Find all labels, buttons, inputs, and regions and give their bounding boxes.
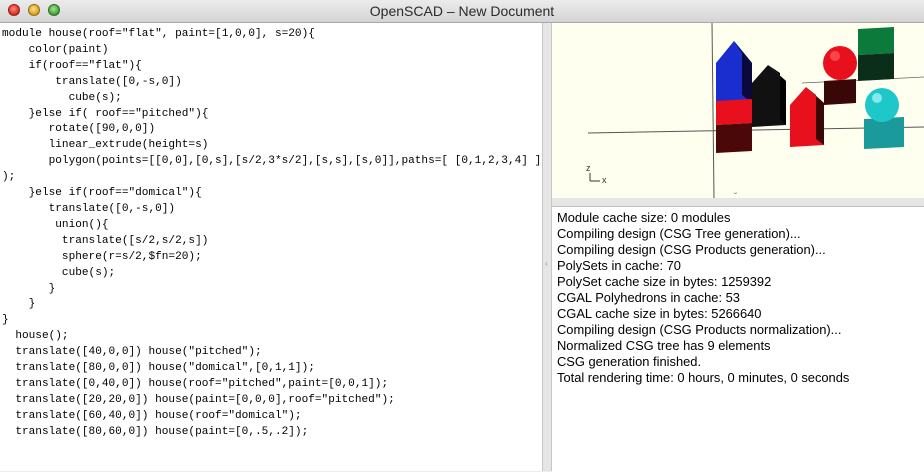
red-pitched-house bbox=[790, 87, 824, 147]
console-line: CGAL Polyhedrons in cache: 53 bbox=[557, 290, 740, 305]
code-line: translate([0,40,0]) house(roof="pitched"… bbox=[2, 377, 389, 390]
3d-viewport[interactable]: z x bbox=[552, 23, 924, 198]
code-line: if(roof=="flat"){ bbox=[2, 59, 142, 72]
code-line: translate([40,0,0]) house("pitched"); bbox=[2, 346, 262, 359]
code-line: translate([20,20,0]) house(paint=[0,0,0]… bbox=[2, 393, 395, 406]
red-flat-house bbox=[716, 99, 752, 153]
code-line: union(){ bbox=[2, 218, 109, 231]
console-line: PolySets in cache: 70 bbox=[557, 258, 681, 273]
red-domical-house bbox=[823, 46, 857, 105]
window-title: OpenSCAD – New Document bbox=[369, 3, 555, 19]
splitter-grip-icon: ‹ bbox=[545, 259, 548, 268]
console-lines: Module cache size: 0 modules Compiling d… bbox=[552, 207, 924, 386]
code-line: }else if(roof=="domical"){ bbox=[2, 187, 202, 200]
axis-label-z: z bbox=[586, 163, 591, 173]
z-axis-line bbox=[711, 23, 715, 198]
console-line: CSG generation finished. bbox=[557, 354, 702, 369]
code-line: house(); bbox=[2, 330, 69, 343]
console-line: PolySet cache size in bytes: 1259392 bbox=[557, 274, 772, 289]
title-bar: OpenSCAD – New Document bbox=[0, 0, 924, 23]
code-line: polygon(points=[[0,0],[0,s],[s/2,3*s/2],… bbox=[2, 155, 542, 168]
code-line: } bbox=[2, 298, 36, 311]
code-line: translate([0,-s,0]) bbox=[2, 75, 182, 88]
blue-pitched-house bbox=[716, 41, 752, 105]
code-line: module house(roof="flat", paint=[1,0,0],… bbox=[2, 28, 315, 40]
code-line: linear_extrude(height=s) bbox=[2, 139, 209, 152]
code-line: cube(s); bbox=[2, 91, 122, 104]
code-line: } bbox=[2, 282, 56, 295]
splitter-grip-icon: ˘ bbox=[734, 192, 738, 203]
code-line: translate([0,-s,0]) bbox=[2, 202, 176, 215]
console-line: Normalized CSG tree has 9 elements bbox=[557, 338, 771, 353]
code-line: } bbox=[2, 314, 9, 327]
console-line: Compiling design (CSG Products normaliza… bbox=[557, 322, 842, 337]
code-editor[interactable]: module house(roof="flat", paint=[1,0,0],… bbox=[0, 23, 542, 471]
code-line: color(paint) bbox=[2, 43, 109, 56]
scene-render: z x bbox=[586, 23, 924, 198]
console-line: Compiling design (CSG Products generatio… bbox=[557, 242, 826, 257]
console-line: Total rendering time: 0 hours, 0 minutes… bbox=[557, 370, 850, 385]
code-line: translate([80,60,0]) house(paint=[0,.5,.… bbox=[2, 425, 309, 438]
black-pitched-house bbox=[752, 65, 786, 127]
code-line: rotate([90,0,0]) bbox=[2, 123, 156, 136]
console-line: CGAL cache size in bytes: 5266640 bbox=[557, 306, 762, 321]
app-window: OpenSCAD – New Document module house(roo… bbox=[0, 0, 924, 472]
code-text[interactable]: module house(roof="flat", paint=[1,0,0],… bbox=[0, 23, 542, 441]
horizontal-splitter[interactable]: ˘ bbox=[552, 192, 924, 206]
console-output[interactable]: Module cache size: 0 modules Compiling d… bbox=[552, 206, 924, 472]
code-line: translate([80,0,0]) house("domical",[0,1… bbox=[2, 362, 315, 375]
green-cube bbox=[858, 27, 894, 81]
console-line: Module cache size: 0 modules bbox=[557, 210, 731, 225]
cyan-domical-house bbox=[864, 88, 904, 149]
code-line: sphere(r=s/2,$fn=20); bbox=[2, 250, 202, 263]
code-line: }else if( roof=="pitched"){ bbox=[2, 107, 209, 120]
axis-label-x: x bbox=[602, 175, 607, 185]
console-line: Compiling design (CSG Tree generation)..… bbox=[557, 226, 801, 241]
vertical-splitter[interactable]: ‹ bbox=[542, 23, 552, 471]
code-line: translate([60,40,0]) house(roof="domical… bbox=[2, 409, 302, 422]
code-line: translate([s/2,s/2,s]) bbox=[2, 234, 209, 247]
code-line: ); bbox=[2, 171, 16, 184]
code-line: cube(s); bbox=[2, 266, 116, 279]
